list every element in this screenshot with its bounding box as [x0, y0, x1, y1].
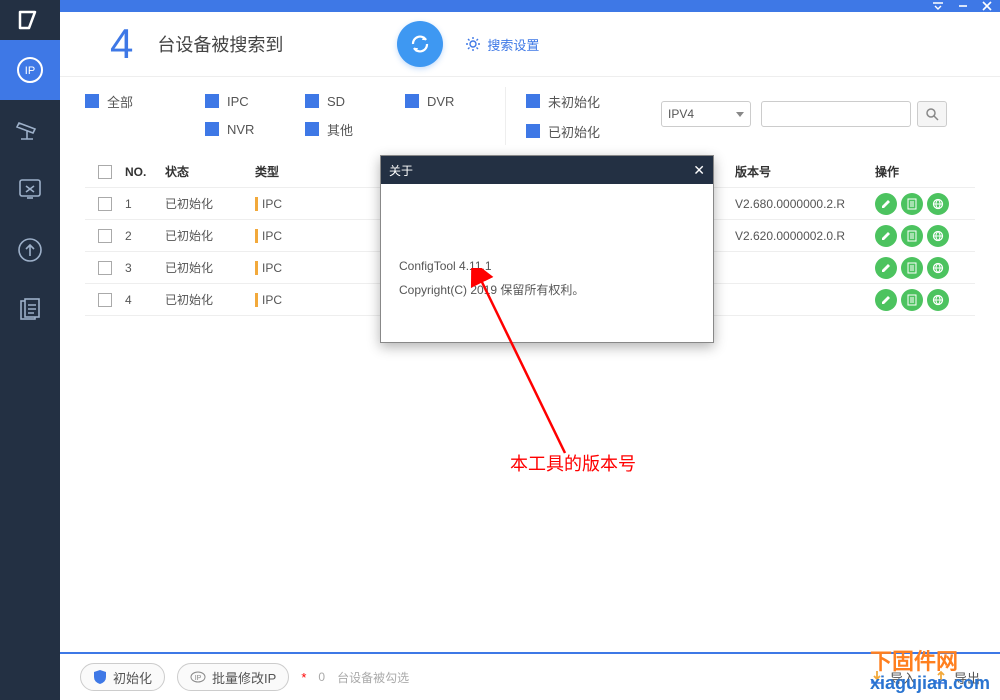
- device-count-label: 台设备被搜索到: [157, 31, 283, 57]
- batch-ip-button[interactable]: IP 批量修改IP: [177, 663, 289, 691]
- app-logo: [0, 0, 60, 40]
- required-star: *: [301, 670, 306, 685]
- row-checkbox[interactable]: [98, 229, 112, 243]
- ip-icon: IP: [190, 670, 206, 684]
- close-icon[interactable]: [982, 1, 992, 11]
- row-checkbox[interactable]: [98, 197, 112, 211]
- shield-icon: [93, 669, 107, 685]
- chevron-down-icon: [736, 112, 744, 117]
- init-button[interactable]: 初始化: [80, 663, 165, 691]
- filter-inited[interactable]: 已初始化: [526, 117, 646, 145]
- row-checkbox[interactable]: [98, 261, 112, 275]
- about-dialog: 关于 ✕ ConfigTool 4.11.1 Copyright(C) 2019…: [380, 155, 714, 343]
- web-icon[interactable]: [927, 225, 949, 247]
- filter-bar: 全部 IPC SD DVR NVR 其他 未初始化 已初始化 IPV4: [60, 77, 1000, 150]
- left-sidebar: IP: [0, 0, 60, 700]
- filter-other[interactable]: 其他: [305, 115, 405, 143]
- col-type: 类型: [255, 163, 325, 180]
- web-icon[interactable]: [927, 257, 949, 279]
- detail-icon[interactable]: [901, 225, 923, 247]
- nav-tools-icon[interactable]: [0, 160, 60, 220]
- search-button[interactable]: [917, 101, 947, 127]
- annotation-text: 本工具的版本号: [510, 450, 636, 476]
- minimize-icon[interactable]: [958, 1, 968, 11]
- filter-ipc[interactable]: IPC: [205, 87, 305, 115]
- edit-icon[interactable]: [875, 225, 897, 247]
- nav-docs-icon[interactable]: [0, 280, 60, 340]
- gear-icon: [465, 36, 481, 52]
- search-icon: [925, 107, 939, 121]
- search-input[interactable]: [761, 101, 911, 127]
- nav-ip-icon[interactable]: IP: [0, 40, 60, 100]
- selected-count: 0: [318, 670, 325, 684]
- svg-text:IP: IP: [25, 65, 35, 77]
- about-version: ConfigTool 4.11.1: [399, 254, 695, 278]
- nav-upgrade-icon[interactable]: [0, 220, 60, 280]
- ip-proto-select[interactable]: IPV4: [661, 101, 751, 127]
- edit-icon[interactable]: [875, 289, 897, 311]
- search-settings-link[interactable]: 搜索设置: [465, 35, 539, 54]
- col-ops: 操作: [875, 163, 975, 180]
- dialog-close-icon[interactable]: ✕: [693, 162, 705, 179]
- search-settings-label: 搜索设置: [487, 35, 539, 54]
- dialog-title: 关于: [389, 162, 413, 179]
- selected-suffix: 台设备被勾选: [337, 669, 409, 686]
- edit-icon[interactable]: [875, 193, 897, 215]
- web-icon[interactable]: [927, 289, 949, 311]
- window-titlebar: [60, 0, 1000, 12]
- dropdown-icon[interactable]: [932, 1, 944, 11]
- refresh-button[interactable]: [397, 21, 443, 67]
- row-checkbox[interactable]: [98, 293, 112, 307]
- select-all-checkbox[interactable]: [98, 165, 112, 179]
- svg-text:IP: IP: [195, 675, 202, 682]
- filter-dvr[interactable]: DVR: [405, 87, 505, 115]
- watermark: 下固件网 xiagujian.com: [870, 650, 990, 694]
- footer-bar: 初始化 IP 批量修改IP * 0 台设备被勾选 导入 导出: [60, 652, 1000, 700]
- col-no: NO.: [125, 165, 165, 179]
- filter-all[interactable]: 全部: [85, 87, 205, 115]
- about-copyright: Copyright(C) 2019 保留所有权利。: [399, 278, 695, 302]
- detail-icon[interactable]: [901, 289, 923, 311]
- web-icon[interactable]: [927, 193, 949, 215]
- filter-uninit[interactable]: 未初始化: [526, 87, 646, 115]
- filter-nvr[interactable]: NVR: [205, 115, 305, 143]
- detail-icon[interactable]: [901, 257, 923, 279]
- detail-icon[interactable]: [901, 193, 923, 215]
- device-count: 4: [110, 20, 133, 68]
- col-version: 版本号: [735, 163, 875, 180]
- col-status: 状态: [165, 163, 255, 180]
- filter-sd[interactable]: SD: [305, 87, 405, 115]
- header: 4 台设备被搜索到 搜索设置: [60, 12, 1000, 77]
- nav-camera-icon[interactable]: [0, 100, 60, 160]
- edit-icon[interactable]: [875, 257, 897, 279]
